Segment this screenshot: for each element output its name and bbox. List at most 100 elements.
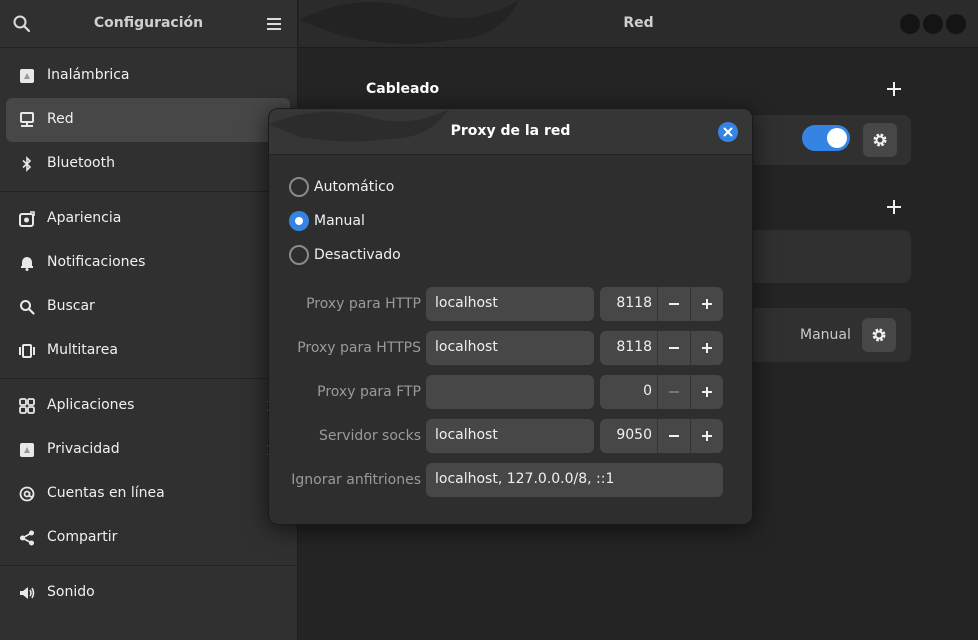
close-window-button[interactable] (946, 14, 966, 34)
proxy-mode-value: Manual (800, 327, 851, 343)
bluetooth-icon (18, 155, 36, 173)
sidebar: Configuración Inalámbrica Red Bluetooth … (0, 0, 298, 640)
wired-toggle[interactable] (802, 125, 850, 151)
sidebar-item-search[interactable]: Buscar (6, 285, 292, 329)
add-vpn-icon[interactable] (886, 199, 902, 215)
ftp-port-decrement-button (657, 375, 690, 409)
add-wired-connection-icon[interactable] (886, 81, 902, 97)
https-proxy-label: Proxy para HTTPS (297, 340, 421, 356)
sidebar-item-appearance[interactable]: Apariencia (6, 197, 292, 241)
sidebar-item-applications[interactable]: Aplicaciones (6, 384, 292, 428)
minimize-button[interactable] (900, 14, 920, 34)
sidebar-item-privacy[interactable]: Privacidad (6, 428, 292, 472)
share-icon (18, 529, 36, 547)
wireless-icon (18, 67, 36, 85)
radio-label: Desactivado (314, 247, 401, 263)
maximize-button[interactable] (923, 14, 943, 34)
settings-window: Configuración Inalámbrica Red Bluetooth … (0, 0, 978, 640)
https-host-input[interactable]: localhost (426, 331, 594, 365)
ftp-proxy-label: Proxy para FTP (317, 384, 421, 400)
sidebar-item-label: Sonido (47, 584, 95, 600)
close-dialog-button[interactable] (718, 122, 738, 142)
http-port-decrement-button[interactable] (657, 287, 690, 321)
ftp-host-input[interactable] (426, 375, 594, 409)
radio-button[interactable] (289, 177, 309, 197)
sidebar-item-sharing[interactable]: Compartir (6, 516, 292, 560)
apps-icon (18, 397, 36, 415)
sidebar-header: Configuración (0, 0, 297, 48)
http-port-value[interactable]: 8118 (600, 295, 652, 311)
sidebar-item-label: Notificaciones (47, 254, 146, 270)
at-icon (18, 485, 36, 503)
ftp-proxy-row: Proxy para FTP 0 (269, 375, 752, 409)
proxy-dialog: Proxy de la red Automático Manual Desact… (268, 108, 753, 525)
sidebar-item-network[interactable]: Red (6, 98, 290, 142)
sidebar-title: Configuración (93, 15, 204, 31)
radio-label: Automático (314, 179, 395, 195)
socks-port-increment-button[interactable] (690, 419, 723, 453)
radio-label: Manual (314, 213, 365, 229)
sidebar-separator (0, 565, 298, 566)
toggle-knob (827, 128, 847, 148)
sidebar-item-label: Multitarea (47, 342, 118, 358)
close-icon (723, 127, 733, 137)
radio-button[interactable] (289, 245, 309, 265)
network-icon (18, 111, 36, 129)
sidebar-item-notifications[interactable]: Notificaciones (6, 241, 292, 285)
socks-port-decrement-button[interactable] (657, 419, 690, 453)
speaker-icon (18, 584, 36, 602)
search-icon (18, 298, 36, 316)
ftp-port-increment-button[interactable] (690, 375, 723, 409)
sidebar-item-sound[interactable]: Sonido (6, 571, 292, 615)
minus-icon (669, 391, 679, 393)
plus-icon (702, 431, 712, 441)
socks-port-value[interactable]: 9050 (600, 427, 652, 443)
https-port-decrement-button[interactable] (657, 331, 690, 365)
multitask-icon (18, 342, 36, 360)
sidebar-item-online-accounts[interactable]: Cuentas en línea (6, 472, 292, 516)
ftp-port-value[interactable]: 0 (600, 383, 652, 399)
sidebar-item-label: Inalámbrica (47, 67, 130, 83)
https-proxy-row: Proxy para HTTPS localhost 8118 (269, 331, 752, 365)
radio-button[interactable] (289, 211, 309, 231)
ftp-port-stepper: 0 (600, 375, 723, 409)
http-port-increment-button[interactable] (690, 287, 723, 321)
sidebar-item-wireless[interactable]: Inalámbrica (6, 54, 292, 98)
sidebar-item-label: Buscar (47, 298, 95, 314)
http-port-stepper: 8118 (600, 287, 723, 321)
sidebar-item-label: Cuentas en línea (47, 485, 165, 501)
sidebar-item-bluetooth[interactable]: Bluetooth (6, 142, 292, 186)
wired-settings-button[interactable] (863, 123, 897, 157)
hamburger-menu-icon[interactable] (265, 15, 283, 33)
http-proxy-label: Proxy para HTTP (306, 296, 421, 312)
main-header: Red (299, 0, 978, 48)
privacy-icon (18, 441, 36, 459)
socks-proxy-label: Servidor socks (318, 428, 421, 444)
socks-port-stepper: 9050 (600, 419, 723, 453)
plus-icon (702, 387, 712, 397)
http-host-input[interactable]: localhost (426, 287, 594, 321)
ignore-hosts-input[interactable]: localhost, 127.0.0.0/8, ::1 (426, 463, 723, 497)
sidebar-separator (0, 191, 298, 192)
sidebar-group-connectivity: Inalámbrica Red Bluetooth Apariencia Not… (0, 54, 298, 615)
socks-host-input[interactable]: localhost (426, 419, 594, 453)
radio-automatic[interactable]: Automático (289, 175, 394, 199)
https-port-stepper: 8118 (600, 331, 723, 365)
https-port-value[interactable]: 8118 (600, 339, 652, 355)
bell-icon (18, 254, 36, 272)
radio-disabled[interactable]: Desactivado (289, 243, 401, 267)
sidebar-item-label: Apariencia (47, 210, 122, 226)
radio-manual[interactable]: Manual (289, 209, 365, 233)
https-port-increment-button[interactable] (690, 331, 723, 365)
sidebar-item-multitasking[interactable]: Multitarea (6, 329, 292, 373)
dialog-title: Proxy de la red (450, 123, 571, 139)
plus-icon (702, 299, 712, 309)
sidebar-item-label: Compartir (47, 529, 118, 545)
proxy-settings-button[interactable] (862, 318, 896, 352)
minus-icon (669, 303, 679, 305)
sidebar-item-label: Red (47, 111, 74, 127)
dialog-header: Proxy de la red (269, 109, 752, 155)
sidebar-item-label: Privacidad (47, 441, 120, 457)
sidebar-item-label: Bluetooth (47, 155, 115, 171)
appearance-icon (18, 210, 36, 228)
